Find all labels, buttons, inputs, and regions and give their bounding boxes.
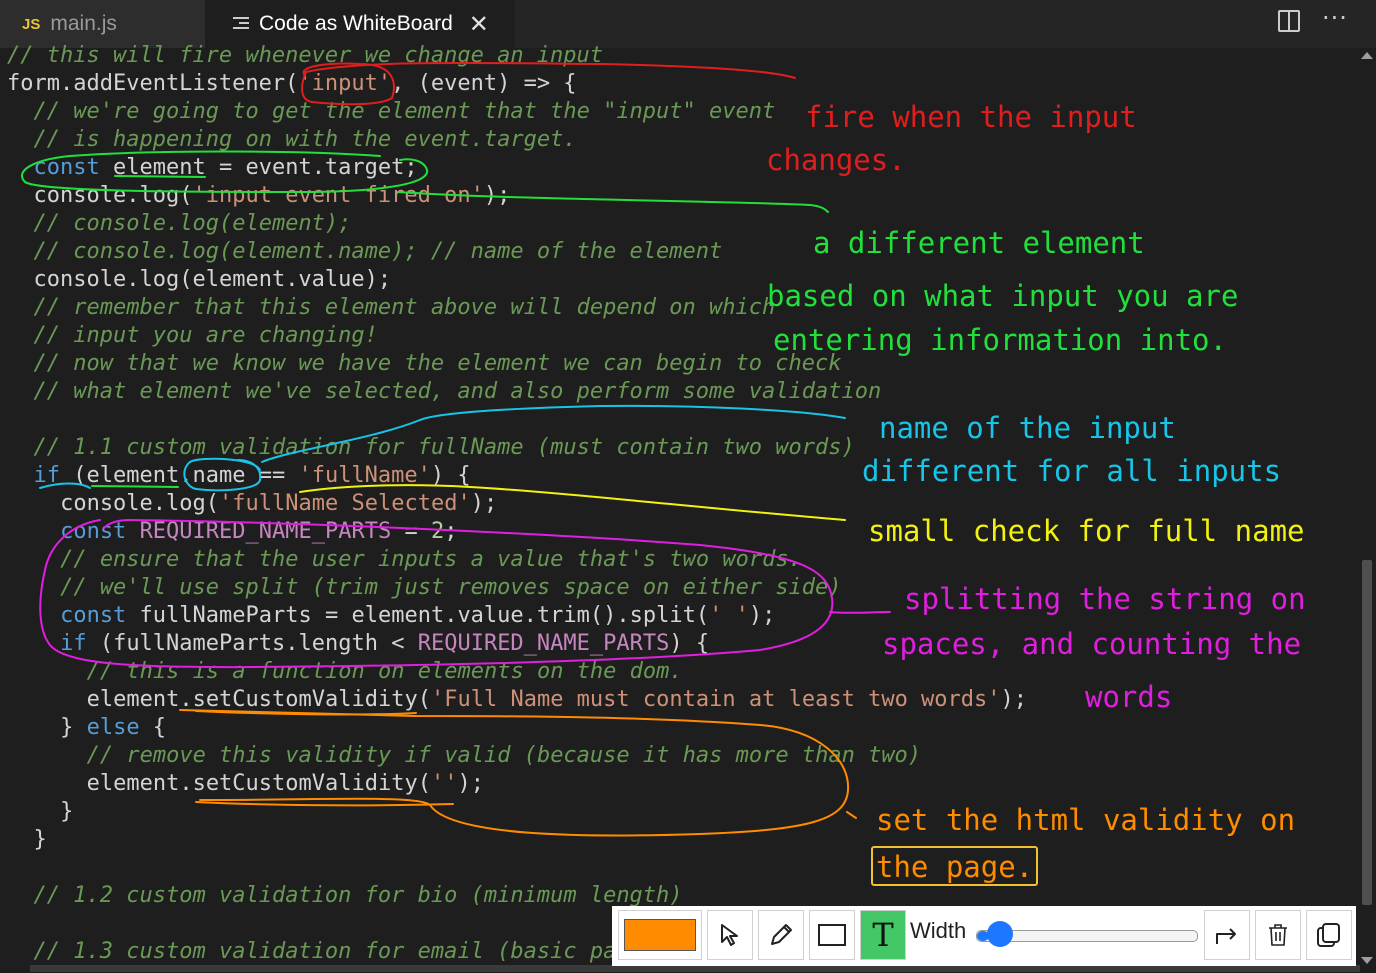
whiteboard-toolbar: T Width [612,906,1356,966]
annotation-cyan-line-1: name of the input [879,411,1176,445]
annotation-magenta-line-3: words [1085,680,1173,714]
redo-icon [1216,928,1236,944]
vertical-scrollbar-thumb[interactable] [1362,560,1372,905]
yellow-underline-fullname [299,484,846,521]
width-slider-handle[interactable] [987,921,1013,947]
cyan-circle-name [183,404,846,492]
annotation-green-line-2: based on what input you are [767,279,1239,313]
duplicate-button[interactable] [1306,910,1352,960]
orange-loop-validity [179,709,857,837]
text-tool-icon: T [872,916,894,954]
annotation-orange-line-1: set the html validity on [876,803,1296,837]
delete-button[interactable] [1255,910,1301,960]
scroll-up-arrow-icon[interactable] [1361,52,1373,59]
current-color-swatch [624,919,696,951]
annotation-yellow-line-1: small check for full name [868,514,1305,548]
horizontal-scrollbar[interactable] [30,965,1360,972]
rectangle-icon [818,924,846,946]
width-label: Width [910,918,967,943]
green-underline-element-name [91,485,179,488]
green-loop-element [21,150,829,213]
select-tool-button[interactable] [707,910,753,960]
annotation-red-line-2: changes. [766,143,906,177]
pencil-icon [771,924,792,945]
annotation-green-line-1: a different element [813,226,1145,260]
annotation-magenta-line-2: spaces, and counting the [882,627,1302,661]
magenta-loop-split [39,518,891,669]
red-circle-input [301,61,796,106]
select-cursor-icon [721,924,738,946]
pen-tool-button[interactable] [758,910,804,960]
scroll-down-arrow-icon[interactable] [1361,957,1373,964]
rectangle-tool-button[interactable] [809,910,855,960]
color-picker-button[interactable] [618,910,702,960]
redo-button[interactable] [1204,910,1250,960]
annotation-green-line-3: entering information into. [773,323,1227,357]
annotation-magenta-line-1: splitting the string on [904,582,1306,616]
annotation-cyan-line-2: different for all inputs [862,454,1282,488]
annotation-orange-line-2-selected[interactable]: the page. [871,846,1039,886]
green-underline-element [114,175,206,178]
cyan-dot-element [39,482,91,489]
copy-icon [1317,923,1340,947]
annotation-red-line-1: fire when the input [805,100,1137,134]
trash-icon [1269,924,1287,946]
text-tool-button[interactable]: T [860,910,906,960]
